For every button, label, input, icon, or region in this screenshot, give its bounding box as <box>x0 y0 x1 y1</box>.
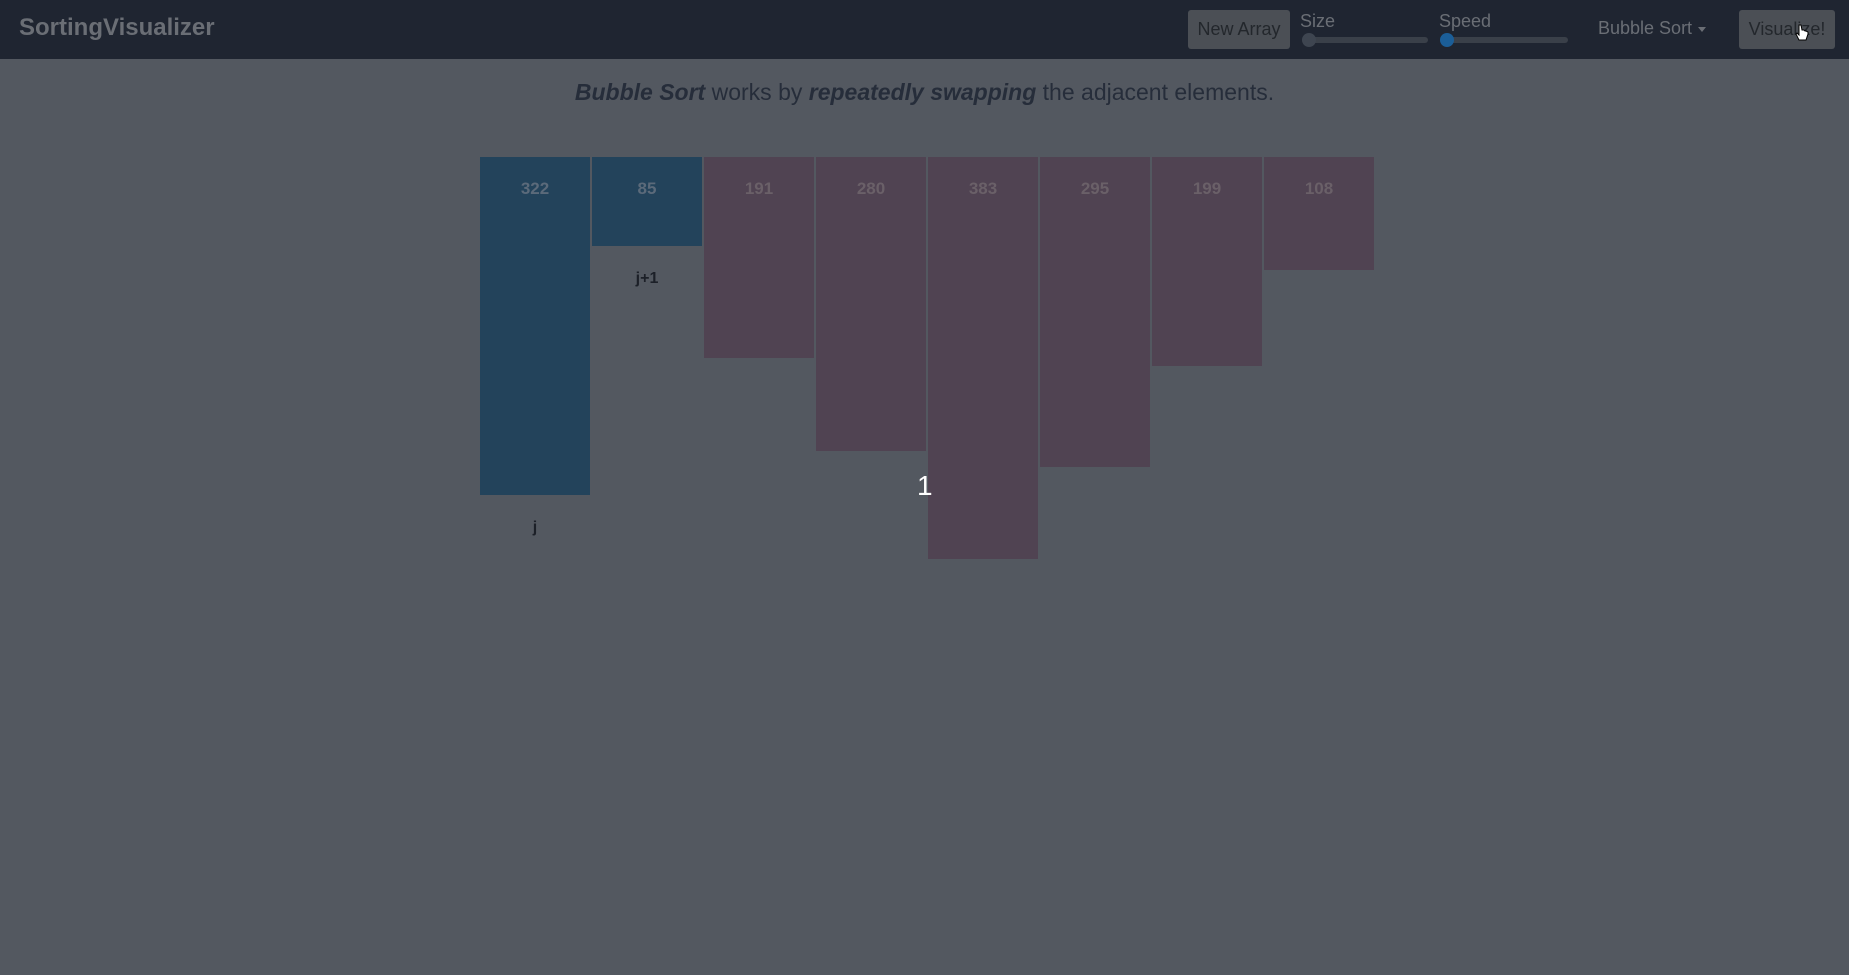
bar-value-label: 295 <box>1080 179 1110 198</box>
navbar: SortingVisualizer New Array Size Speed B… <box>0 0 1849 59</box>
bar-value-label: 383 <box>968 179 998 198</box>
new-array-button[interactable]: New Array <box>1188 10 1290 49</box>
visualize-button[interactable]: Visualize! <box>1739 10 1835 49</box>
bar-value-label: 191 <box>744 179 774 198</box>
hand-cursor-icon <box>1795 24 1809 41</box>
bar-value-label: 108 <box>1304 179 1334 198</box>
speed-slider-track[interactable] <box>1440 37 1568 43</box>
array-bar: 108 <box>1264 157 1374 270</box>
pointer-j1-label: j+1 <box>635 270 659 287</box>
description-text-2: the adjacent elements. <box>1036 79 1275 105</box>
caret-down-icon <box>1698 26 1707 32</box>
array-bar: 322 <box>480 157 590 495</box>
speed-label: Speed <box>1439 11 1492 31</box>
bar-value-label: 85 <box>637 179 657 198</box>
pointer-j-label: j <box>532 519 538 536</box>
array-bar: 199 <box>1152 157 1262 366</box>
array-bar: 295 <box>1040 157 1150 467</box>
pass-counter: 1 <box>917 470 933 501</box>
size-slider-thumb[interactable] <box>1302 33 1316 47</box>
description-text-1: works by <box>705 79 809 105</box>
bar-value-label: 322 <box>520 179 550 198</box>
size-slider-track[interactable] <box>1302 37 1428 43</box>
bar-value-label: 199 <box>1192 179 1222 198</box>
algorithm-dropdown[interactable]: Bubble Sort <box>1598 18 1707 39</box>
speed-slider-thumb[interactable] <box>1440 33 1454 47</box>
description-emphasis: repeatedly swapping <box>808 79 1037 105</box>
array-bar: 191 <box>704 157 814 358</box>
bar-value-label: 280 <box>856 179 886 198</box>
algorithm-description: Bubble Sort works by repeatedly swapping… <box>0 79 1849 106</box>
size-label: Size <box>1300 11 1336 31</box>
array-bar: 383 <box>928 157 1038 559</box>
array-bar: 85 <box>592 157 702 246</box>
array-bar: 280 <box>816 157 926 451</box>
app-brand[interactable]: SortingVisualizer <box>19 14 215 42</box>
algorithm-name: Bubble Sort <box>574 79 706 105</box>
algorithm-selected: Bubble Sort <box>1598 18 1693 38</box>
